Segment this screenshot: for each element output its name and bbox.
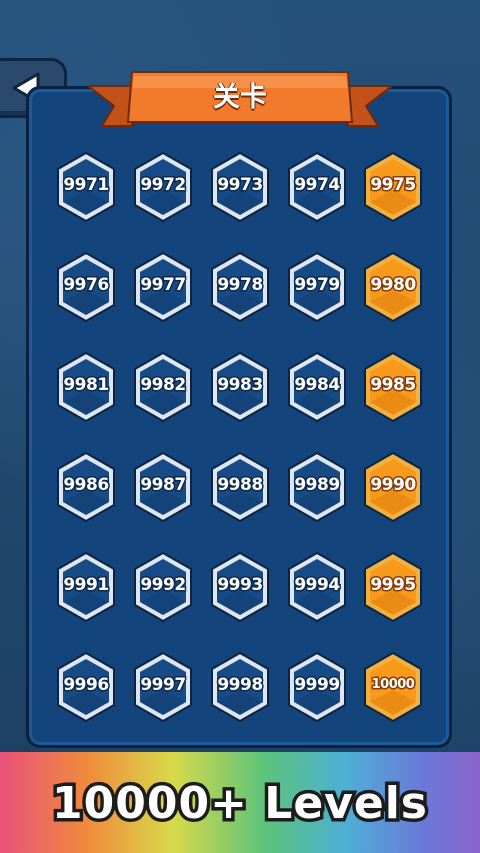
- level-number: 9979: [293, 274, 342, 297]
- level-number: 9982: [139, 374, 188, 397]
- level-button[interactable]: 9975: [360, 150, 426, 224]
- level-button[interactable]: 9985: [360, 350, 426, 424]
- level-button[interactable]: 9997: [130, 650, 196, 724]
- level-button[interactable]: 10000: [360, 650, 426, 724]
- level-number: 10000: [370, 676, 416, 694]
- level-number: 9997: [139, 674, 188, 697]
- promo-banner-text: 10000+ Levels: [49, 775, 431, 833]
- level-number: 9987: [139, 474, 188, 497]
- level-number: 9990: [369, 474, 418, 497]
- level-number: 9993: [216, 574, 265, 597]
- level-number: 9986: [62, 474, 111, 497]
- level-button[interactable]: 9973: [207, 150, 273, 224]
- promo-banner: 10000+ Levels: [0, 752, 480, 853]
- level-number: 9978: [216, 274, 265, 297]
- level-button[interactable]: 9978: [207, 250, 273, 324]
- level-number: 9973: [216, 174, 265, 197]
- page-title: 关卡: [213, 82, 267, 113]
- level-button[interactable]: 9980: [360, 250, 426, 324]
- level-button[interactable]: 9974: [284, 150, 350, 224]
- level-button[interactable]: 9992: [130, 550, 196, 624]
- level-number: 9999: [293, 674, 342, 697]
- level-button[interactable]: 9971: [53, 150, 119, 224]
- level-button[interactable]: 9993: [207, 550, 273, 624]
- level-button[interactable]: 9999: [284, 650, 350, 724]
- level-button[interactable]: 9983: [207, 350, 273, 424]
- level-number: 9998: [216, 674, 265, 697]
- level-button[interactable]: 9998: [207, 650, 273, 724]
- level-button[interactable]: 9977: [130, 250, 196, 324]
- level-button[interactable]: 9976: [53, 250, 119, 324]
- level-button[interactable]: 9990: [360, 450, 426, 524]
- level-number: 9971: [62, 174, 111, 197]
- title-ribbon: 关卡: [88, 68, 392, 136]
- level-number: 9984: [293, 374, 342, 397]
- level-number: 9989: [293, 474, 342, 497]
- level-button[interactable]: 9982: [130, 350, 196, 424]
- level-number: 9981: [62, 374, 111, 397]
- level-number: 9983: [216, 374, 265, 397]
- level-number: 9976: [62, 274, 111, 297]
- level-number: 9992: [139, 574, 188, 597]
- level-number: 9988: [216, 474, 265, 497]
- level-number: 9972: [139, 174, 188, 197]
- level-number: 9996: [62, 674, 111, 697]
- level-button[interactable]: 9991: [53, 550, 119, 624]
- level-button[interactable]: 9988: [207, 450, 273, 524]
- level-number: 9974: [293, 174, 342, 197]
- level-number: 9991: [62, 574, 111, 597]
- level-button[interactable]: 9994: [284, 550, 350, 624]
- level-button[interactable]: 9995: [360, 550, 426, 624]
- level-button[interactable]: 9986: [53, 450, 119, 524]
- level-number: 9977: [139, 274, 188, 297]
- level-button[interactable]: 9981: [53, 350, 119, 424]
- level-number: 9975: [369, 174, 418, 197]
- level-number: 9995: [369, 574, 418, 597]
- level-button[interactable]: 9987: [130, 450, 196, 524]
- level-button[interactable]: 9979: [284, 250, 350, 324]
- level-number: 9980: [369, 274, 418, 297]
- level-number: 9985: [369, 374, 418, 397]
- level-button[interactable]: 9972: [130, 150, 196, 224]
- level-button[interactable]: 9996: [53, 650, 119, 724]
- level-number: 9994: [293, 574, 342, 597]
- level-button[interactable]: 9989: [284, 450, 350, 524]
- level-button[interactable]: 9984: [284, 350, 350, 424]
